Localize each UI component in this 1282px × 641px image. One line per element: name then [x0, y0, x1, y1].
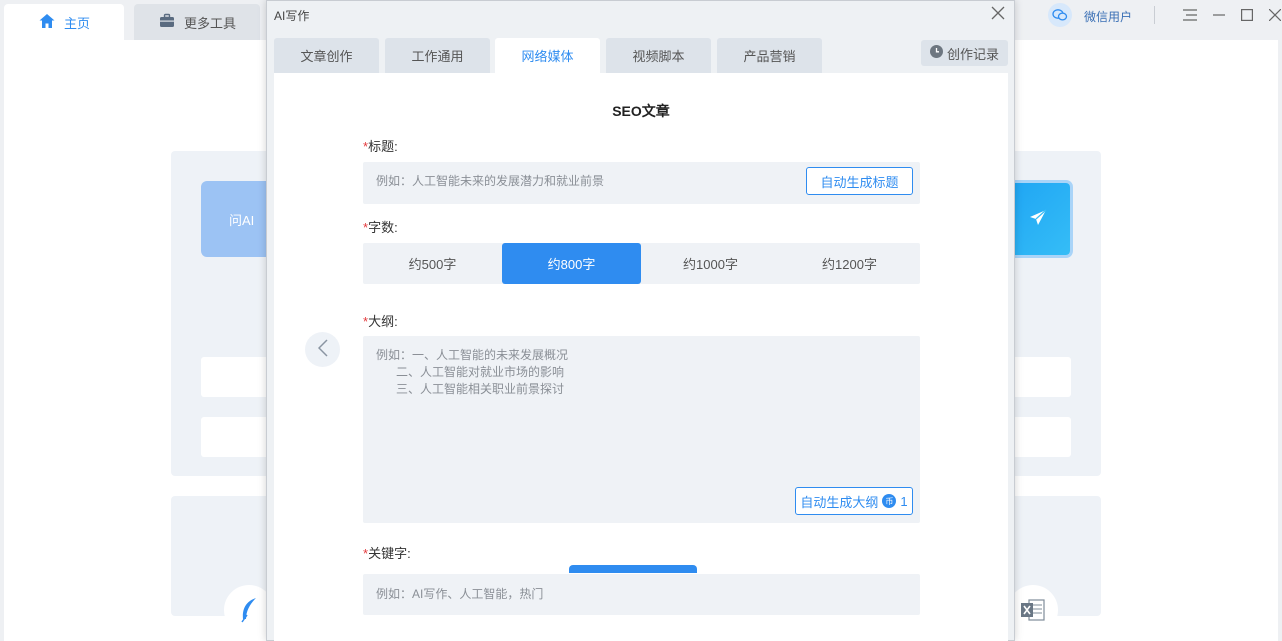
outline-cost: 1	[900, 493, 908, 509]
history-button[interactable]: 创作记录	[921, 40, 1008, 66]
tab-more-tools-label: 更多工具	[183, 15, 236, 31]
toolbox-icon	[158, 12, 176, 33]
history-label: 创作记录	[946, 46, 999, 62]
dialog-body: SEO文章 *标题: 例如：人工智能未来的发展潜力和就业前景 自动生成标题 *字…	[274, 73, 1008, 641]
word-count-option-800[interactable]: 约800字	[502, 243, 641, 284]
outline-placeholder: 例如：一、人工智能的未来发展概况 二、人工智能对就业市场的影响 三、人工智能相关…	[376, 348, 569, 396]
close-icon[interactable]	[991, 6, 1007, 22]
word-count-option-1000[interactable]: 约1000字	[641, 243, 780, 284]
divider	[1154, 6, 1155, 24]
title-bar-controls: 微信用户	[1014, 0, 1282, 30]
title-placeholder: 例如：人工智能未来的发展潜力和就业前景	[376, 174, 605, 188]
coin-icon: 币	[882, 494, 897, 508]
send-button[interactable]	[1006, 183, 1070, 255]
title-field-label: *标题:	[363, 139, 398, 154]
window-close-icon[interactable]	[1265, 5, 1282, 25]
outline-label: *大纲:	[363, 314, 398, 329]
list-item[interactable]	[201, 357, 271, 397]
list-item[interactable]	[201, 417, 271, 457]
tab-article-creation[interactable]: 文章创作	[274, 38, 379, 73]
form-title: SEO文章	[612, 103, 670, 119]
user-name[interactable]: 微信用户	[1084, 8, 1132, 25]
auto-generate-title-button[interactable]: 自动生成标题	[806, 167, 913, 195]
menu-icon[interactable]	[1180, 5, 1200, 25]
wechat-icon[interactable]	[1048, 3, 1072, 27]
tab-video-script[interactable]: 视频脚本	[606, 38, 711, 73]
tab-home-label: 主页	[63, 15, 90, 31]
keywords-input[interactable]: 例如：AI写作、人工智能，热门	[363, 574, 920, 615]
keywords-placeholder: 例如：AI写作、人工智能，热门	[376, 587, 544, 601]
word-count-option-500[interactable]: 约500字	[363, 243, 502, 284]
tab-online-media[interactable]: 网络媒体	[495, 38, 600, 73]
home-icon	[38, 12, 56, 33]
prev-button[interactable]	[305, 332, 340, 367]
tab-home[interactable]: 主页	[4, 4, 124, 40]
list-item[interactable]	[1006, 357, 1071, 397]
generate-button[interactable]	[569, 565, 697, 573]
word-count-label: *字数:	[363, 220, 398, 235]
tab-work-general[interactable]: 工作通用	[385, 38, 490, 73]
clock-icon	[929, 45, 943, 61]
keywords-label: *关键字:	[363, 546, 411, 561]
chevron-left-icon	[317, 339, 328, 360]
ai-writing-dialog: AI写作 文章创作 工作通用 网络媒体 视频脚本 产品营销 创作记录 SEO文章…	[266, 0, 1015, 641]
tab-product-marketing[interactable]: 产品营销	[717, 38, 822, 73]
excel-icon[interactable]	[1008, 585, 1058, 635]
title-input[interactable]: 例如：人工智能未来的发展潜力和就业前景 自动生成标题	[363, 162, 920, 204]
auto-generate-outline-button[interactable]: 自动生成大纲 币 1	[795, 487, 913, 515]
maximize-icon[interactable]	[1237, 5, 1257, 25]
dialog-title: AI写作	[274, 9, 310, 23]
list-item[interactable]	[1006, 417, 1071, 457]
word-count-selector: 约500字 约800字 约1000字 约1200字	[363, 243, 920, 284]
word-count-option-1200[interactable]: 约1200字	[780, 243, 919, 284]
auto-outline-label: 自动生成大纲	[800, 494, 879, 510]
outline-textarea[interactable]: 例如：一、人工智能的未来发展概况 二、人工智能对就业市场的影响 三、人工智能相关…	[363, 336, 920, 523]
tab-more-tools[interactable]: 更多工具	[134, 4, 260, 40]
send-icon	[1029, 209, 1047, 230]
minimize-icon[interactable]	[1209, 5, 1229, 25]
